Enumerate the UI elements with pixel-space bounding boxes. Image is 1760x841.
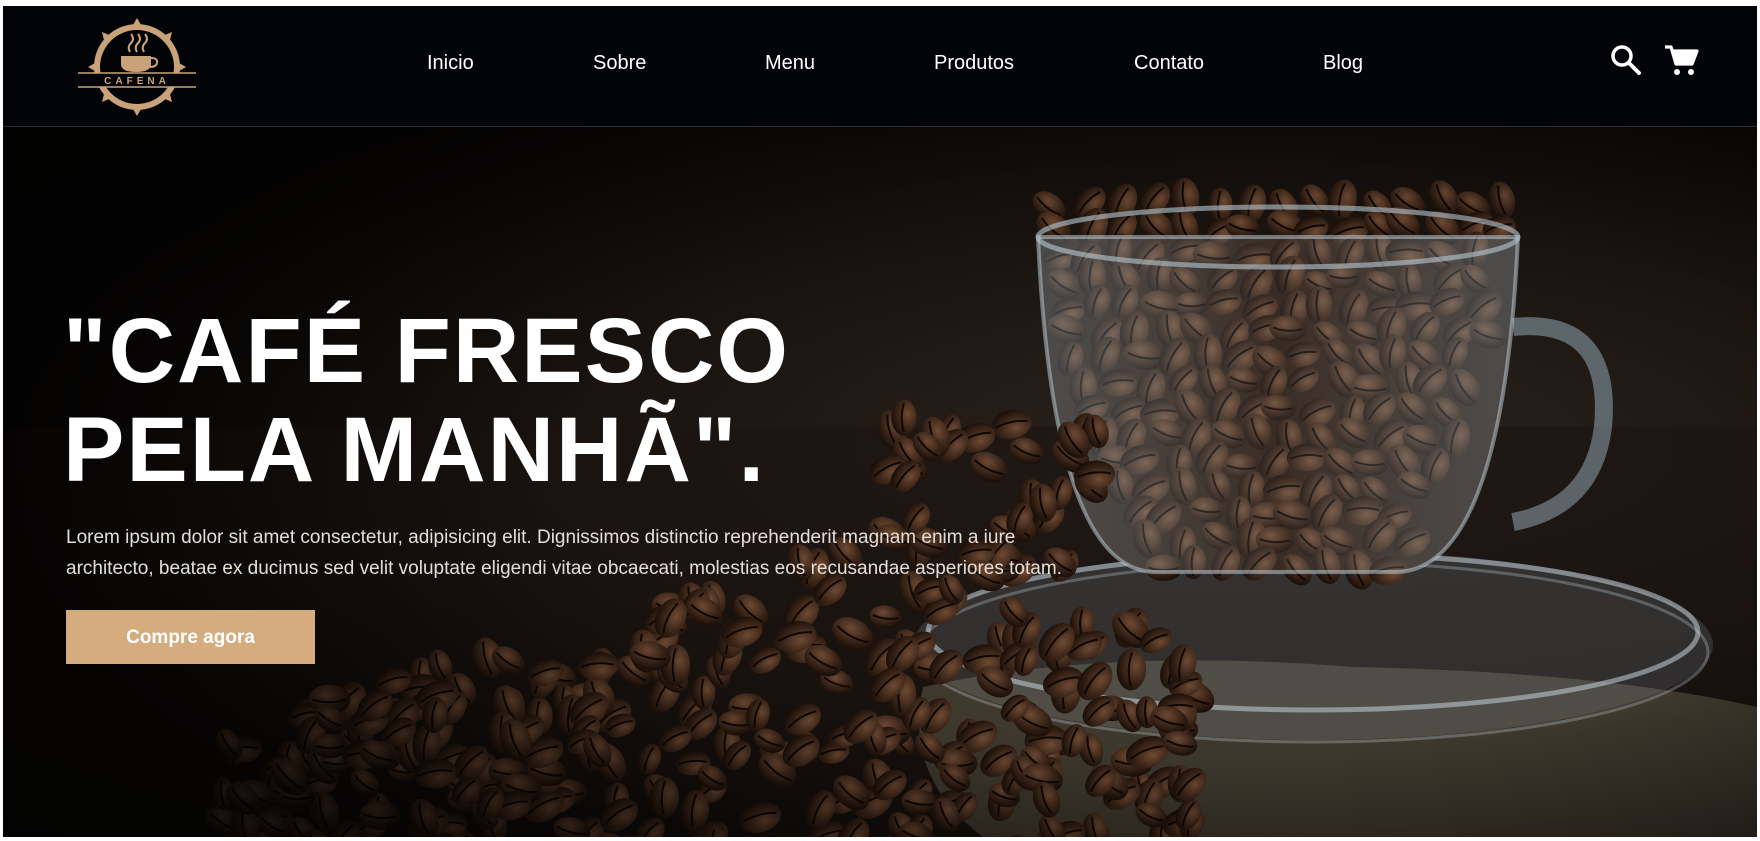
search-icon[interactable] [1608, 42, 1644, 78]
hero-description: Lorem ipsum dolor sit amet consectetur, … [66, 527, 1062, 579]
nav-item-produtos[interactable]: Produtos [934, 52, 1014, 75]
page: CAFENA Inicio Sobre Menu Produtos Contat… [3, 6, 1757, 837]
hero-title: "CAFÉ FRESCO PELA MANHÃ". [63, 302, 1113, 500]
nav-item-menu[interactable]: Menu [765, 52, 815, 75]
nav-item-inicio[interactable]: Inicio [427, 52, 474, 75]
site-header: CAFENA Inicio Sobre Menu Produtos Contat… [3, 6, 1757, 127]
hero-content: "CAFÉ FRESCO PELA MANHÃ". Lorem ipsum do… [63, 302, 1113, 664]
hero-title-line-1: "CAFÉ FRESCO [63, 300, 790, 402]
cart-icon[interactable] [1663, 42, 1699, 78]
hero-title-line-2: PELA MANHÃ". [63, 399, 767, 501]
nav-item-blog[interactable]: Blog [1323, 52, 1363, 75]
main-nav: Inicio Sobre Menu Produtos Contato Blog [3, 6, 1757, 126]
nav-item-contato[interactable]: Contato [1134, 52, 1204, 75]
hero-section: "CAFÉ FRESCO PELA MANHÃ". Lorem ipsum do… [3, 127, 1757, 837]
nav-item-sobre[interactable]: Sobre [593, 52, 646, 75]
buy-now-button[interactable]: Compre agora [66, 610, 315, 664]
